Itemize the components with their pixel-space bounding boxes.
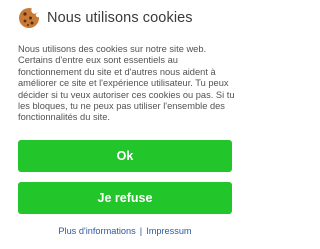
cookie-consent-dialog: Nous utilisons cookies Nous utilisons de…	[0, 0, 250, 249]
refuse-button[interactable]: Je refuse	[18, 182, 232, 214]
ok-button[interactable]: Ok	[18, 140, 232, 172]
impressum-link[interactable]: Impressum	[146, 226, 191, 236]
more-info-link[interactable]: Plus d'informations	[58, 226, 135, 236]
dialog-header: Nous utilisons cookies	[18, 6, 193, 30]
dialog-footer: Plus d'informations | Impressum	[0, 226, 250, 236]
footer-separator: |	[139, 226, 143, 236]
cookie-icon	[19, 7, 40, 28]
dialog-title: Nous utilisons cookies	[47, 10, 193, 26]
dialog-body-text: Nous utilisons des cookies sur notre sit…	[18, 44, 235, 123]
